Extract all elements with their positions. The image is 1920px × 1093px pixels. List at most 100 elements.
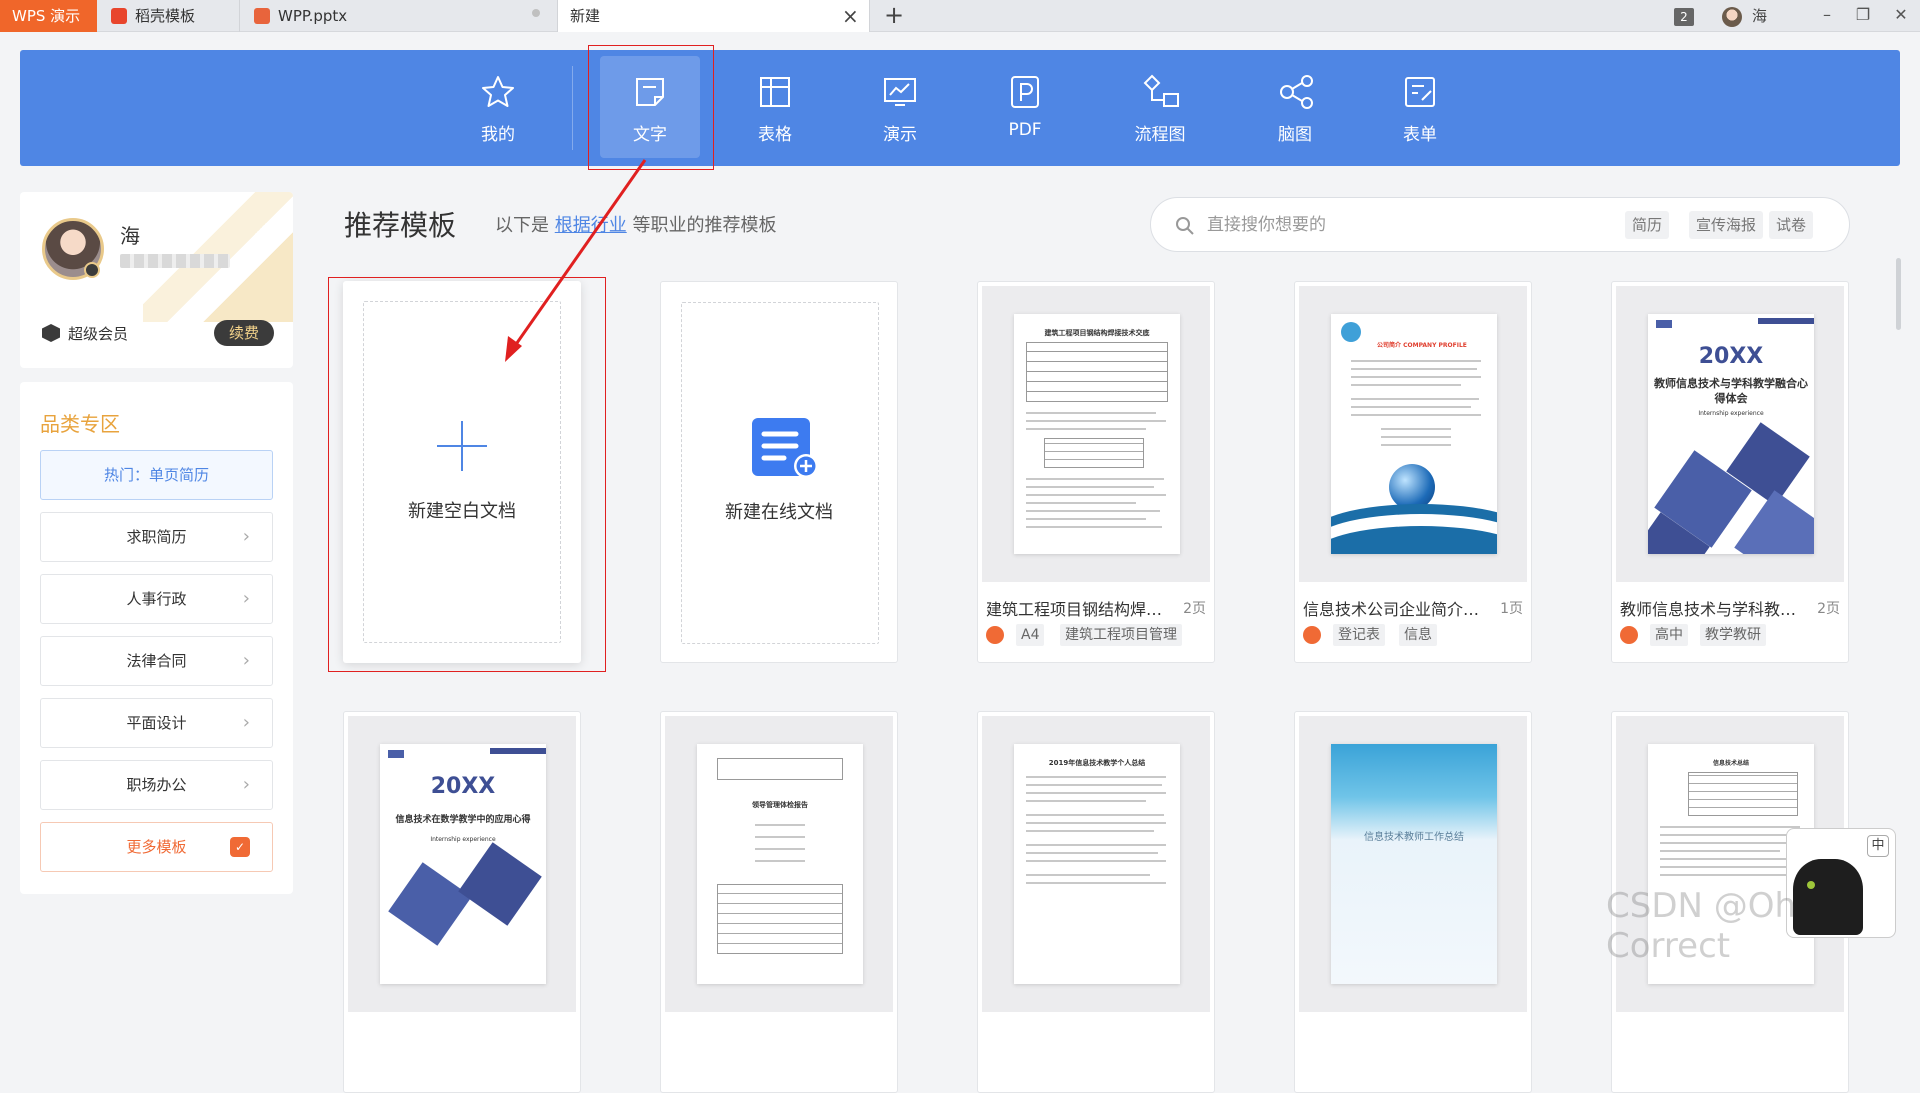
sidebar-item-office[interactable]: 职场办公 › [40,760,273,810]
diamond-decoration [458,842,542,926]
doc-line [1381,428,1451,430]
doc-line [1351,398,1479,400]
doc-band [1758,318,1814,324]
search-chip-exam[interactable]: 试卷 [1769,211,1814,239]
category-pdf[interactable]: PDF [975,50,1075,166]
tab-label: WPP.pptx [278,7,348,25]
doc-line [1026,860,1166,862]
doc-line [1026,412,1156,414]
doc-line [1026,852,1158,854]
form-icon [1405,77,1435,107]
chevron-right-icon: › [242,526,250,547]
category-mindmap[interactable]: 脑图 [1245,50,1345,166]
category-mine[interactable]: 我的 [448,50,548,166]
highlight-box-writer [588,45,714,170]
subtitle-prefix: 以下是 [495,215,549,236]
close-tab-icon[interactable]: × [842,0,859,32]
template-search: 简历 宣传海报 试卷 [1150,197,1850,252]
doc-line [1660,850,1780,852]
doc-heading: 领导管理体检报告 [752,801,808,809]
doc-line [1351,376,1481,378]
doc-line [1026,478,1164,480]
new-tab-button[interactable]: + [884,0,904,30]
doc-line [1660,874,1786,876]
template-card[interactable]: 公司简介 COMPANY PROFILE 信息技术公司企业简介登记表 1页 登记… [1294,281,1532,663]
close-window-icon[interactable]: ✕ [1884,0,1918,32]
doc-line [1660,858,1796,860]
doc-table [717,884,843,954]
doc-heading: 20XX [1698,344,1764,369]
doc-line [1026,800,1146,802]
chevron-right-icon: › [242,650,250,671]
category-label: 流程图 [1134,125,1186,145]
template-card[interactable]: 信息技术教师工作总结 [1294,711,1532,1093]
category-label: 演示 [883,125,917,145]
document-preview: 建筑工程项目钢结构焊接技术交底 [1014,314,1180,554]
sidebar-item-legal[interactable]: 法律合同 › [40,636,273,686]
category-form[interactable]: 表单 [1370,50,1470,166]
tab-wpp-pptx[interactable]: WPP.pptx [240,0,558,32]
tab-new[interactable]: 新建 × [558,0,870,32]
category-presentation[interactable]: 演示 [850,50,950,166]
user-avatar-small[interactable] [1722,7,1742,27]
docer-icon [1620,626,1638,644]
doc-line [1026,844,1166,846]
category-flowchart[interactable]: 流程图 [1110,50,1210,166]
template-card[interactable]: 领导管理体检报告 [660,711,898,1093]
scrollbar[interactable] [1896,258,1901,330]
renew-button[interactable]: 续费 [214,320,274,346]
doc-table [717,758,843,780]
template-tag[interactable]: 信息 [1399,624,1437,646]
recommend-subtitle: 以下是 根据行业 等职业的推荐模板 [495,211,776,237]
doc-logo [1656,320,1672,328]
template-thumbnail: 公司简介 COMPANY PROFILE [1299,286,1527,582]
pdf-icon [1011,76,1039,108]
new-online-document-card[interactable]: 新建在线文档 [660,281,898,663]
doc-line [1351,360,1481,362]
search-chip-resume[interactable]: 简历 [1625,211,1670,239]
template-tag[interactable]: 登记表 [1333,624,1385,646]
online-document-icon [752,418,818,478]
template-card[interactable]: 20XX 教师信息技术与学科教学融合心得体会 Internship experi… [1611,281,1849,663]
template-tag[interactable]: 建筑工程项目管理 [1060,624,1182,646]
doc-line [1026,526,1162,528]
sidebar-item-hot[interactable]: 热门：单页简历 [40,450,273,500]
sidebar-item-hr[interactable]: 人事行政 › [40,574,273,624]
template-tag[interactable]: A4 [1016,624,1045,646]
template-card[interactable]: 20XX 信息技术在数学教学中的应用心得 Internship experien… [343,711,581,1093]
sidebar-item-resume[interactable]: 求职简历 › [40,512,273,562]
document-preview: 公司简介 COMPANY PROFILE [1331,314,1497,554]
doc-subheading: 信息技术在数学教学中的应用心得 [395,815,531,825]
template-card[interactable]: 2019年信息技术教学个人总结 [977,711,1215,1093]
template-tag[interactable]: 高中 [1650,624,1688,646]
sidebar-item-label: 平面设计 [126,714,187,732]
minimize-icon[interactable]: – [1810,0,1844,32]
restore-icon[interactable]: ❐ [1846,0,1880,32]
search-chip-poster[interactable]: 宣传海报 [1689,211,1764,239]
doc-logo [388,750,404,758]
doc-heading: 信息技术总结 [1712,760,1749,767]
industry-link[interactable]: 根据行业 [555,215,627,236]
sidebar-item-graphic-design[interactable]: 平面设计 › [40,698,273,748]
tab-docer-templates[interactable]: 稻壳模板 [97,0,240,32]
doc-heading: 2019年信息技术教学个人总结 [1048,759,1146,767]
titlebar-username[interactable]: 海 [1752,0,1767,32]
title-bar: WPS 演示 稻壳模板 WPP.pptx 新建 × + 2 海 – ❐ ✕ [0,0,1920,32]
doc-line [1026,814,1164,816]
app-menu-button[interactable]: WPS 演示 [0,0,97,32]
presentation-icon [884,78,916,106]
search-input[interactable] [1207,212,1587,238]
user-card: 海 超级会员 续费 [20,192,293,368]
window-count-badge[interactable]: 2 [1674,8,1694,26]
mindmap-icon [1280,75,1313,109]
presentation-file-icon [254,8,270,24]
doc-heading: 20XX [430,774,496,799]
doc-line [1026,830,1154,832]
doc-line [1026,486,1154,488]
docer-icon [986,626,1004,644]
template-tag[interactable]: 教学教研 [1700,624,1766,646]
template-card[interactable]: 建筑工程项目钢结构焊接技术交底 建筑工程项目钢结构焊接技术交底 2页 A4 建筑… [977,281,1215,663]
category-spreadsheet[interactable]: 表格 [725,50,825,166]
more-templates-button[interactable]: 更多模板 ✓ [40,822,273,872]
ime-chinese-icon[interactable]: 中 [1867,835,1889,857]
